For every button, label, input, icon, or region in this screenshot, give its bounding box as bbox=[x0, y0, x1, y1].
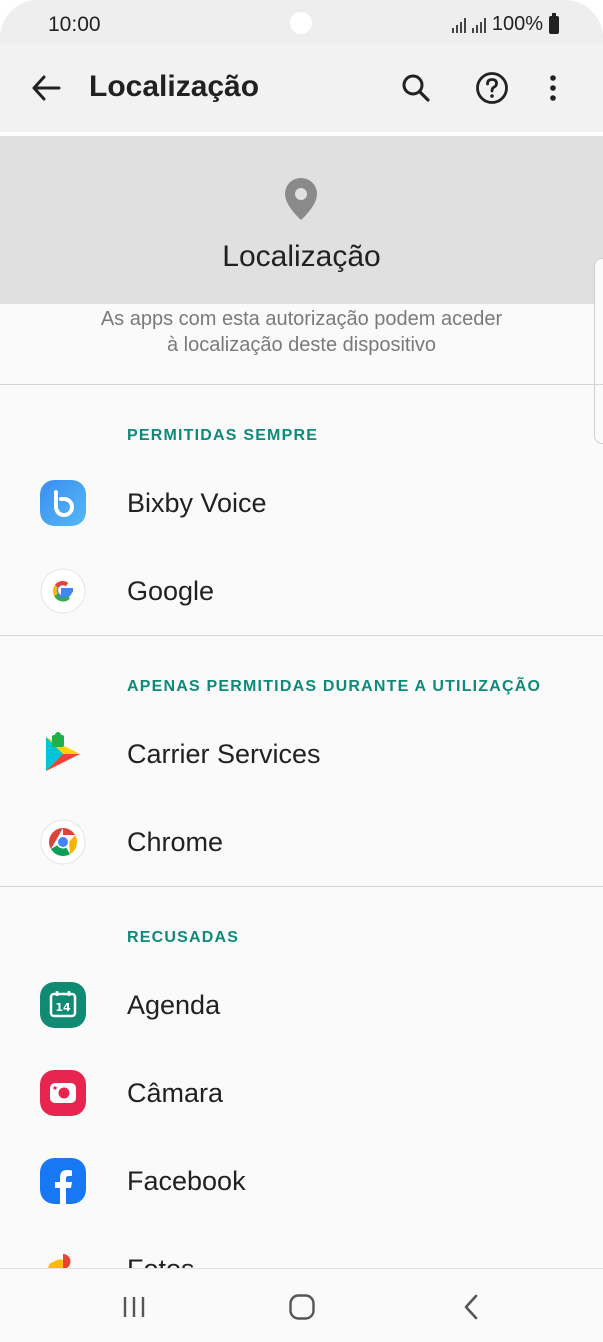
app-name: Agenda bbox=[127, 990, 221, 1020]
status-bar: 10:00 100% bbox=[0, 0, 603, 44]
header-description: As apps com esta autorização podem acede… bbox=[0, 306, 603, 358]
signal-icon bbox=[451, 17, 466, 33]
location-header: Localização bbox=[0, 136, 603, 304]
status-indicators: 100% bbox=[451, 12, 559, 36]
divider bbox=[0, 886, 603, 887]
app-name: Câmara bbox=[127, 1078, 224, 1108]
signal-icon-2 bbox=[471, 17, 486, 33]
divider bbox=[0, 384, 603, 385]
chrome-icon bbox=[40, 819, 86, 865]
camera-cutout bbox=[290, 12, 312, 34]
section-title-while-in-use: APENAS PERMITIDAS DURANTE A UTILIZAÇÃO bbox=[127, 678, 542, 695]
camera-icon bbox=[40, 1070, 86, 1116]
app-name: Google bbox=[127, 576, 215, 606]
home-icon[interactable] bbox=[278, 1283, 326, 1331]
list-item[interactable]: 14 Agenda bbox=[0, 962, 603, 1050]
section-title-always-allowed: PERMITIDAS SEMPRE bbox=[127, 427, 319, 444]
header-title: Localização bbox=[222, 240, 381, 273]
list-item[interactable]: Bixby Voice bbox=[0, 460, 603, 548]
scrollbar[interactable] bbox=[594, 258, 603, 444]
location-pin-icon bbox=[282, 176, 320, 222]
navigation-bar bbox=[0, 1268, 603, 1342]
search-icon[interactable] bbox=[394, 66, 438, 110]
bixby-voice-icon bbox=[40, 480, 86, 526]
phone-screen: 10:00 100% Localização Localização As ap… bbox=[0, 0, 603, 1342]
back-icon[interactable] bbox=[447, 1283, 495, 1331]
battery-icon bbox=[549, 12, 559, 34]
google-icon bbox=[40, 568, 86, 614]
app-name: Facebook bbox=[127, 1166, 246, 1196]
app-bar: Localização bbox=[0, 44, 603, 132]
list-item[interactable]: Câmara bbox=[0, 1050, 603, 1138]
page-title: Localização bbox=[89, 70, 260, 103]
description-line-2: à localização deste dispositivo bbox=[166, 334, 437, 356]
back-arrow-icon[interactable] bbox=[26, 68, 66, 108]
help-icon[interactable] bbox=[470, 66, 514, 110]
list-item[interactable]: Carrier Services bbox=[0, 711, 603, 799]
carrier-services-icon bbox=[40, 731, 86, 777]
list-item[interactable]: Google bbox=[0, 548, 603, 636]
app-name: Chrome bbox=[127, 827, 224, 857]
description-line-1: As apps com esta autorização podem acede… bbox=[100, 308, 503, 330]
facebook-icon bbox=[40, 1158, 86, 1204]
list-item[interactable]: Chrome bbox=[0, 799, 603, 887]
calendar-icon: 14 bbox=[40, 982, 86, 1028]
app-name: Carrier Services bbox=[127, 739, 321, 769]
status-time: 10:00 bbox=[48, 13, 101, 36]
list-item[interactable]: Facebook bbox=[0, 1138, 603, 1226]
more-vert-icon[interactable] bbox=[531, 66, 575, 110]
divider bbox=[0, 635, 603, 636]
app-name: Bixby Voice bbox=[127, 488, 267, 518]
calendar-icon-text: 14 bbox=[55, 1001, 71, 1014]
section-title-denied: RECUSADAS bbox=[127, 929, 240, 946]
battery-level: 100% bbox=[491, 13, 543, 35]
recents-icon[interactable] bbox=[110, 1283, 158, 1331]
